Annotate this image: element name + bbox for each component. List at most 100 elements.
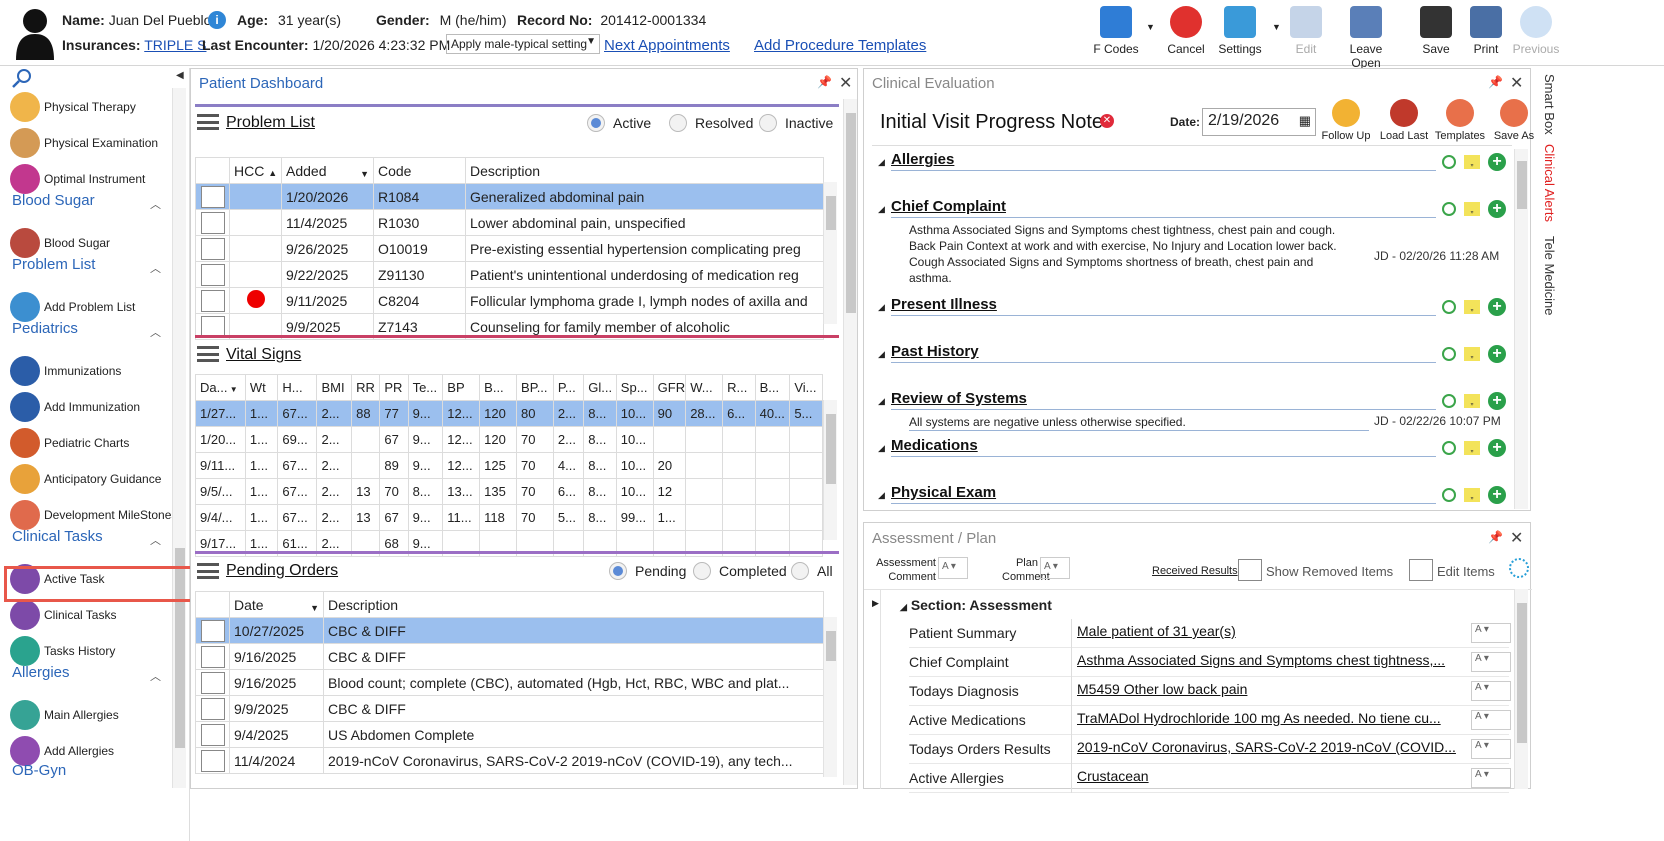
quote-icon[interactable]: „ bbox=[1464, 202, 1480, 216]
section-chief-complaint[interactable]: Chief Complaint bbox=[891, 198, 1006, 215]
sidebar-item-tasks-history[interactable]: Tasks History bbox=[10, 634, 115, 668]
filter-pending[interactable]: Pending bbox=[609, 562, 686, 580]
table-row[interactable]: 11/4/2025 R1030 Lower abdominal pain, unsp… bbox=[195, 209, 824, 236]
alarm-clock-icon[interactable] bbox=[1442, 394, 1456, 408]
comment-dropdown[interactable]: A ▾ bbox=[1471, 768, 1511, 788]
assessment-row[interactable]: Active Allergies Crustacean A ▾ bbox=[909, 764, 1511, 793]
sidebar-item-development-milestones[interactable]: Development MileStones bbox=[10, 498, 177, 532]
table-row[interactable]: 9/11/2025 C8204 Follicular lymphoma grade … bbox=[195, 287, 824, 314]
plan-comment-button[interactable]: A ▾ bbox=[1040, 557, 1070, 579]
sidebar-group-blood-sugar[interactable]: Blood Sugar bbox=[12, 192, 95, 209]
table-row[interactable]: 11/4/2024 2019-nCoV Coronavirus, SARS-CoV… bbox=[195, 747, 824, 774]
vitals-column-header[interactable]: BP bbox=[442, 374, 481, 401]
sidebar-item-immunizations[interactable]: Immunizations bbox=[10, 354, 121, 388]
close-icon[interactable]: ✕ bbox=[1510, 528, 1523, 548]
vitals-column-header[interactable]: Te... bbox=[407, 374, 444, 401]
problem-list-title[interactable]: Problem List bbox=[226, 114, 315, 132]
table-row[interactable]: 9/5/... 1... 67... 2... 13 70 8... 13... 135 70 6.… bbox=[195, 478, 823, 505]
received-results-link[interactable]: Received Results bbox=[1152, 565, 1238, 577]
insurance-link[interactable]: TRIPLE S bbox=[144, 37, 206, 53]
column-header-hcc[interactable]: HCC ▲ bbox=[229, 157, 282, 184]
column-header-added[interactable]: Added ▼ bbox=[281, 157, 374, 184]
comment-dropdown[interactable]: A ▾ bbox=[1471, 652, 1511, 672]
section-allergies[interactable]: Allergies bbox=[891, 151, 954, 168]
sidebar-group-problem-list[interactable]: Problem List bbox=[12, 256, 95, 273]
select-column-header[interactable] bbox=[195, 591, 230, 618]
vital-signs-scrollbar[interactable] bbox=[823, 400, 837, 540]
section-past-history[interactable]: Past History bbox=[891, 343, 979, 360]
row-checkbox[interactable] bbox=[200, 211, 225, 234]
assessment-row[interactable]: Chief Complaint Asthma Associated Signs … bbox=[909, 648, 1511, 677]
collapse-section-icon[interactable]: ◢ bbox=[900, 602, 907, 612]
vitals-column-header[interactable]: B... bbox=[754, 374, 791, 401]
tab-tele-medicine[interactable]: Tele Medicine bbox=[1542, 236, 1557, 316]
add-procedure-templates-link[interactable]: Add Procedure Templates bbox=[754, 37, 926, 54]
row-checkbox[interactable] bbox=[200, 185, 225, 208]
add-icon[interactable]: + bbox=[1488, 200, 1506, 218]
sidebar-item-physical-therapy[interactable]: Physical Therapy bbox=[10, 90, 136, 124]
vitals-column-header[interactable]: Vi... bbox=[789, 374, 823, 401]
vitals-column-header[interactable]: H... bbox=[277, 374, 318, 401]
table-row[interactable]: 10/27/2025 CBC & DIFF bbox=[195, 617, 824, 644]
quote-icon[interactable]: „ bbox=[1464, 155, 1480, 169]
comment-dropdown[interactable]: A ▾ bbox=[1471, 739, 1511, 759]
assessment-row-value[interactable]: Male patient of 31 year(s) bbox=[1077, 623, 1467, 639]
toolbar-f-codes-button[interactable]: F Codes bbox=[1088, 6, 1144, 56]
remove-note-icon[interactable]: ✕ bbox=[1100, 114, 1114, 128]
vital-signs-menu-icon[interactable] bbox=[197, 346, 219, 362]
sidebar-item-add-immunization[interactable]: Add Immunization bbox=[10, 390, 140, 424]
vitals-column-header[interactable]: GFR bbox=[652, 374, 687, 401]
table-row[interactable]: 9/4/2025 US Abdomen Complete bbox=[195, 721, 824, 748]
collapse-section-icon[interactable]: ◢ bbox=[878, 157, 885, 168]
row-checkbox[interactable] bbox=[200, 697, 225, 720]
collapse-section-icon[interactable]: ◢ bbox=[878, 443, 885, 454]
sidebar-item-main-allergies[interactable]: Main Allergies bbox=[10, 698, 119, 732]
add-icon[interactable]: + bbox=[1488, 345, 1506, 363]
comment-dropdown[interactable]: A ▾ bbox=[1471, 623, 1511, 643]
section-physical-exam[interactable]: Physical Exam bbox=[891, 484, 996, 501]
row-checkbox[interactable] bbox=[200, 749, 225, 772]
assessment-row[interactable]: Todays Orders Results 2019-nCoV Coronavir… bbox=[909, 735, 1511, 764]
collapse-section-icon[interactable]: ◢ bbox=[878, 204, 885, 215]
vital-signs-title[interactable]: Vital Signs bbox=[226, 346, 301, 364]
follow-up-button[interactable]: Follow Up bbox=[1318, 99, 1374, 142]
assessment-row[interactable]: Active Medications TraMADol Hydrochloride… bbox=[909, 706, 1511, 735]
sidebar-item-optimal-instrument[interactable]: Optimal Instrument bbox=[10, 162, 145, 196]
section-text[interactable]: Asthma Associated Signs and Symptoms che… bbox=[909, 222, 1339, 286]
collapse-group-icon[interactable]: ︿ bbox=[150, 532, 161, 548]
collapse-section-icon[interactable]: ◢ bbox=[878, 302, 885, 313]
vitals-column-header[interactable]: PR bbox=[379, 374, 409, 401]
filter-active[interactable]: Active bbox=[587, 114, 651, 132]
collapse-group-icon[interactable]: ︿ bbox=[150, 324, 161, 340]
expand-row-icon[interactable]: ▶ bbox=[872, 598, 879, 609]
column-header-description[interactable]: Description bbox=[465, 157, 824, 184]
templates-button[interactable]: Templates bbox=[1432, 99, 1488, 142]
filter-inactive[interactable]: Inactive bbox=[759, 114, 833, 132]
quote-icon[interactable]: „ bbox=[1464, 300, 1480, 314]
section-medications[interactable]: Medications bbox=[891, 437, 978, 454]
clinical-eval-scrollbar[interactable] bbox=[1514, 149, 1528, 509]
assessment-row-value[interactable]: M5459 Other low back pain bbox=[1077, 681, 1467, 697]
quote-icon[interactable]: „ bbox=[1464, 394, 1480, 408]
date-input[interactable]: 2/19/2026 ▦ bbox=[1202, 108, 1316, 136]
tab-clinical-alerts[interactable]: Clinical Alerts bbox=[1542, 144, 1557, 222]
setting-select[interactable]: Apply male-typical setting ▼ bbox=[446, 34, 600, 54]
chevron-down-icon[interactable]: ▼ bbox=[1146, 22, 1155, 32]
toolbar-save-button[interactable]: Save bbox=[1408, 6, 1464, 56]
show-removed-checkbox[interactable] bbox=[1238, 559, 1262, 581]
quote-icon[interactable]: „ bbox=[1464, 347, 1480, 361]
sidebar-scrollbar[interactable] bbox=[172, 88, 186, 788]
vitals-column-header[interactable]: P... bbox=[552, 374, 585, 401]
table-row[interactable]: 9/26/2025 O10019 Pre-existing essential hy… bbox=[195, 235, 824, 262]
add-icon[interactable]: + bbox=[1488, 486, 1506, 504]
table-row[interactable]: 1/27... 1... 67... 2... 88 77 9... 12... 120 80 2.… bbox=[195, 400, 823, 427]
section-text[interactable]: All systems are negative unless otherwis… bbox=[909, 414, 1339, 430]
section-review-of-systems[interactable]: Review of Systems bbox=[891, 390, 1027, 407]
add-icon[interactable]: + bbox=[1488, 392, 1506, 410]
collapse-group-icon[interactable]: ︿ bbox=[150, 196, 161, 212]
sidebar-item-pediatric-charts[interactable]: Pediatric Charts bbox=[10, 426, 129, 460]
sidebar-group-clinical-tasks[interactable]: Clinical Tasks bbox=[12, 528, 103, 545]
pending-orders-title[interactable]: Pending Orders bbox=[226, 562, 338, 580]
table-row[interactable]: 9/11... 1... 67... 2... 89 9... 12... 125 70 4...… bbox=[195, 452, 823, 479]
filter-resolved[interactable]: Resolved bbox=[669, 114, 753, 132]
